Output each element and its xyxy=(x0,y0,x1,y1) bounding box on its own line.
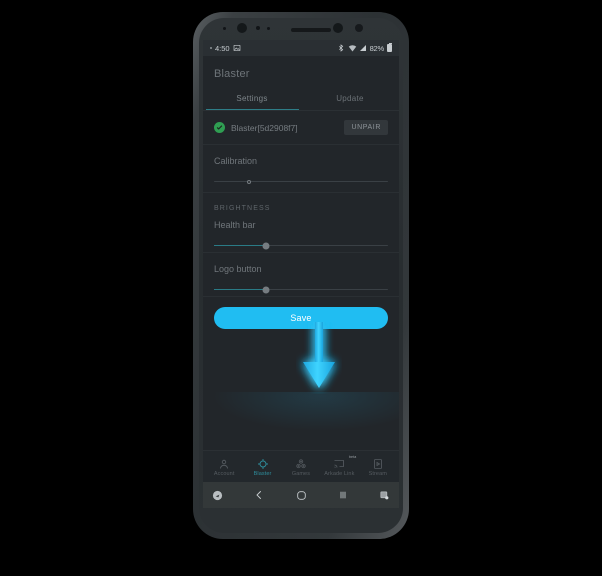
calibration-slider[interactable] xyxy=(203,175,399,192)
recents-button[interactable] xyxy=(337,489,349,501)
tab-bar: Settings Update xyxy=(203,89,399,110)
nav-item-stream[interactable]: Stream xyxy=(359,457,397,477)
image-icon xyxy=(233,44,241,52)
stream-icon xyxy=(372,457,384,469)
status-bar-left: 4:50 xyxy=(210,44,241,53)
sensor-dot-4 xyxy=(355,24,363,32)
person-icon xyxy=(218,457,230,469)
crosshair-icon xyxy=(257,457,269,469)
nav-label-stream: Stream xyxy=(368,470,387,477)
status-bar-time: 4:50 xyxy=(215,43,230,53)
nav-label-blaster: Blaster xyxy=(253,470,272,477)
home-button[interactable] xyxy=(295,489,308,502)
brightness-section-label: BRIGHTNESS xyxy=(214,205,271,212)
sensor-dot-1 xyxy=(223,27,226,30)
logo-button-slider-track xyxy=(214,286,388,293)
front-camera-left xyxy=(237,23,247,33)
active-tab-indicator xyxy=(206,108,299,110)
tab-update-label: Update xyxy=(336,94,364,103)
tab-settings[interactable]: Settings xyxy=(203,89,301,110)
bluetooth-icon xyxy=(337,44,345,52)
screenshot-root: 4:50 82% Blaster Settings Update Blaster… xyxy=(0,0,602,576)
health-bar-slider-thumb[interactable] xyxy=(262,242,270,249)
wifi-icon xyxy=(348,44,356,52)
logo-button-slider-thumb[interactable] xyxy=(262,286,270,293)
beta-badge: beta xyxy=(348,454,357,459)
device-name-label: Blaster[5d2908f7] xyxy=(231,122,298,133)
nav-item-games[interactable]: Games xyxy=(282,457,320,477)
status-bar-right: 82% xyxy=(337,43,392,53)
health-bar-label: Health bar xyxy=(214,220,256,230)
health-bar-slider-track xyxy=(214,242,388,249)
nav-label-games: Games xyxy=(291,470,311,477)
logo-button-slider-fill xyxy=(214,289,267,290)
logo-button-slider[interactable] xyxy=(203,283,399,296)
paired-device-row[interactable]: Blaster[5d2908f7] UNPAIR xyxy=(203,111,399,144)
sensor-dot-3 xyxy=(267,27,270,30)
calibration-slider-thumb[interactable] xyxy=(246,179,251,184)
nav-label-account: Account xyxy=(213,470,235,477)
save-button[interactable]: Save xyxy=(214,307,388,329)
health-bar-slider[interactable] xyxy=(203,239,399,252)
save-button-container: Save xyxy=(203,297,399,337)
unpair-button[interactable]: UNPAIR xyxy=(344,120,388,135)
nav-item-account[interactable]: Account xyxy=(205,457,243,477)
games-icon xyxy=(295,457,307,469)
earpiece-speaker xyxy=(291,28,331,32)
sensor-dot-2 xyxy=(256,26,260,30)
bottom-navigation-bar: Account Blaster Games beta Arkade Link S… xyxy=(203,450,399,482)
calibration-slider-track xyxy=(214,179,388,184)
tab-settings-label: Settings xyxy=(236,94,268,103)
nav-item-blaster[interactable]: Blaster xyxy=(244,457,282,477)
notification-dot-icon xyxy=(210,47,212,49)
cast-icon xyxy=(333,457,345,469)
assistant-button[interactable] xyxy=(212,490,223,501)
back-button[interactable] xyxy=(253,489,265,501)
health-bar-slider-fill xyxy=(214,245,267,246)
android-navigation-bar xyxy=(203,482,399,508)
screenshot-button[interactable] xyxy=(379,490,390,501)
status-bar: 4:50 82% xyxy=(203,40,399,56)
battery-percent-label: 82% xyxy=(369,43,385,53)
phone-screen: 4:50 82% Blaster Settings Update Blaster… xyxy=(203,40,399,482)
calibration-label: Calibration xyxy=(214,156,258,166)
tab-update[interactable]: Update xyxy=(301,89,399,110)
iris-camera xyxy=(333,23,343,33)
page-title: Blaster xyxy=(214,68,250,80)
signal-icon xyxy=(359,44,367,52)
logo-button-label: Logo button xyxy=(214,264,262,274)
nav-item-arkade-link[interactable]: beta Arkade Link xyxy=(320,454,358,477)
nav-label-arkade-link: Arkade Link xyxy=(324,470,355,477)
check-circle-icon xyxy=(214,122,225,133)
battery-icon xyxy=(387,43,392,52)
